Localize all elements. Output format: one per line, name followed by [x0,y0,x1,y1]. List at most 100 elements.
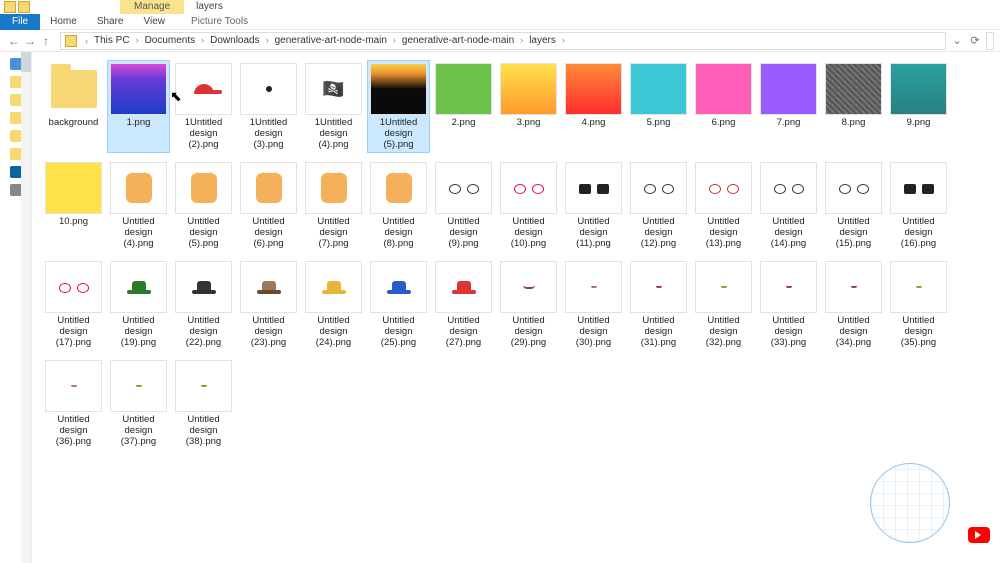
breadcrumb[interactable]: layers [527,35,558,46]
file-tile[interactable]: 4.png [562,60,625,153]
file-tile[interactable]: 7.png [757,60,820,153]
up-button[interactable]: ↑ [38,34,54,48]
navigation-pane[interactable] [0,52,32,563]
picture-tools-tab[interactable]: Picture Tools [181,14,258,30]
file-tile[interactable]: Untitled design (10).png [497,159,560,252]
ribbon-tab[interactable]: Share [87,16,134,27]
file-tile[interactable]: 1Untitled design (3).png [237,60,300,153]
file-tile[interactable]: Untitled design (34).png [822,258,885,351]
file-tile[interactable]: Untitled design (31).png [627,258,690,351]
file-label: 4.png [582,117,606,128]
chevron-right-icon[interactable]: › [558,35,569,45]
breadcrumb[interactable]: generative-art-node-main [273,35,389,46]
file-tile[interactable]: Untitled design (38).png [172,357,235,450]
refresh-icon[interactable]: ⟳ [968,34,982,48]
file-tile[interactable]: Untitled design (9).png [432,159,495,252]
file-tile[interactable]: 8.png [822,60,885,153]
folder-icon[interactable] [18,1,30,13]
thumbnail [500,261,557,313]
breadcrumb[interactable]: generative-art-node-main [400,35,516,46]
file-tile[interactable]: background [42,60,105,153]
file-tile[interactable]: Untitled design (19).png [107,258,170,351]
thumbnail [890,63,947,115]
dropdown-icon[interactable]: ⌄ [950,34,964,48]
thumbnail [110,261,167,313]
folder-icon[interactable] [10,76,22,88]
file-tile[interactable]: Untitled design (22).png [172,258,235,351]
breadcrumb[interactable]: This PC [92,35,132,46]
file-tile[interactable]: 10.png [42,159,105,252]
file-tile[interactable]: Untitled design (8).png [367,159,430,252]
file-list-pane[interactable]: background1.png1Untitled design (2).png1… [32,52,1000,563]
chevron-right-icon[interactable]: › [132,35,143,45]
file-tile[interactable]: Untitled design (32).png [692,258,755,351]
file-label: Untitled design (27).png [435,315,492,348]
image-thumbnail [46,163,101,213]
file-tile[interactable]: 3.png [497,60,560,153]
file-tile[interactable]: 6.png [692,60,755,153]
mouth-icon [851,286,857,288]
folder-icon[interactable] [10,94,22,106]
file-tile[interactable]: 1Untitled design (2).png [172,60,235,153]
chevron-right-icon[interactable]: › [197,35,208,45]
back-button[interactable]: ← [6,34,22,48]
chevron-right-icon[interactable]: › [516,35,527,45]
file-tile[interactable]: Untitled design (14).png [757,159,820,252]
file-tile[interactable]: Untitled design (4).png [107,159,170,252]
chevron-right-icon[interactable]: › [81,36,92,46]
file-tile[interactable]: Untitled design (13).png [692,159,755,252]
file-tile[interactable]: Untitled design (17).png [42,258,105,351]
file-tile[interactable]: Untitled design (23).png [237,258,300,351]
file-tile[interactable]: Untitled design (6).png [237,159,300,252]
folder-icon[interactable] [10,148,22,160]
file-label: Untitled design (13).png [695,216,752,249]
glasses-icon [59,283,89,291]
folder-icon[interactable] [10,112,22,124]
address-bar[interactable]: › This PC›Documents›Downloads›generative… [60,32,946,50]
thumbnail [695,63,752,115]
breadcrumb[interactable]: Documents [143,35,198,46]
search-box[interactable] [986,32,994,50]
quick-access-icon[interactable] [10,58,22,70]
chevron-right-icon[interactable]: › [262,35,273,45]
file-label: Untitled design (8).png [370,216,427,249]
ribbon-tab[interactable]: Home [40,16,87,27]
scrollbar-thumb[interactable] [21,52,31,72]
file-tile[interactable]: Untitled design (11).png [562,159,625,252]
file-tile[interactable]: 1Untitled design (5).png [367,60,430,153]
scrollbar-track[interactable] [21,52,31,563]
file-tile[interactable]: Untitled design (27).png [432,258,495,351]
file-tile[interactable]: 1.png [107,60,170,153]
file-tile[interactable]: Untitled design (25).png [367,258,430,351]
contextual-tab-label[interactable]: Manage [120,0,184,14]
thumbnail [500,63,557,115]
file-tile[interactable]: Untitled design (30).png [562,258,625,351]
folder-icon[interactable] [4,1,16,13]
file-tile[interactable]: Untitled design (37).png [107,357,170,450]
onedrive-icon[interactable] [10,166,22,178]
file-tile[interactable]: Untitled design (36).png [42,357,105,450]
file-tile[interactable]: Untitled design (15).png [822,159,885,252]
file-tile[interactable]: Untitled design (5).png [172,159,235,252]
file-tile[interactable]: Untitled design (29).png [497,258,560,351]
file-tab[interactable]: File [0,14,40,30]
file-tile[interactable]: Untitled design (16).png [887,159,950,252]
file-tile[interactable]: Untitled design (33).png [757,258,820,351]
file-tile[interactable]: Untitled design (35).png [887,258,950,351]
image-thumbnail [501,64,556,114]
file-tile[interactable]: 🏴‍☠️1Untitled design (4).png [302,60,365,153]
file-tile[interactable]: 5.png [627,60,690,153]
file-tile[interactable]: Untitled design (12).png [627,159,690,252]
folder-icon[interactable] [10,130,22,142]
file-tile[interactable]: Untitled design (7).png [302,159,365,252]
ribbon-tab[interactable]: View [134,16,176,27]
hat-icon [322,280,346,294]
forward-button[interactable]: → [22,34,38,48]
this-pc-icon[interactable] [10,184,22,196]
file-tile[interactable]: 2.png [432,60,495,153]
thumbnail [695,162,752,214]
file-tile[interactable]: Untitled design (24).png [302,258,365,351]
file-tile[interactable]: 9.png [887,60,950,153]
chevron-right-icon[interactable]: › [389,35,400,45]
breadcrumb[interactable]: Downloads [208,35,261,46]
